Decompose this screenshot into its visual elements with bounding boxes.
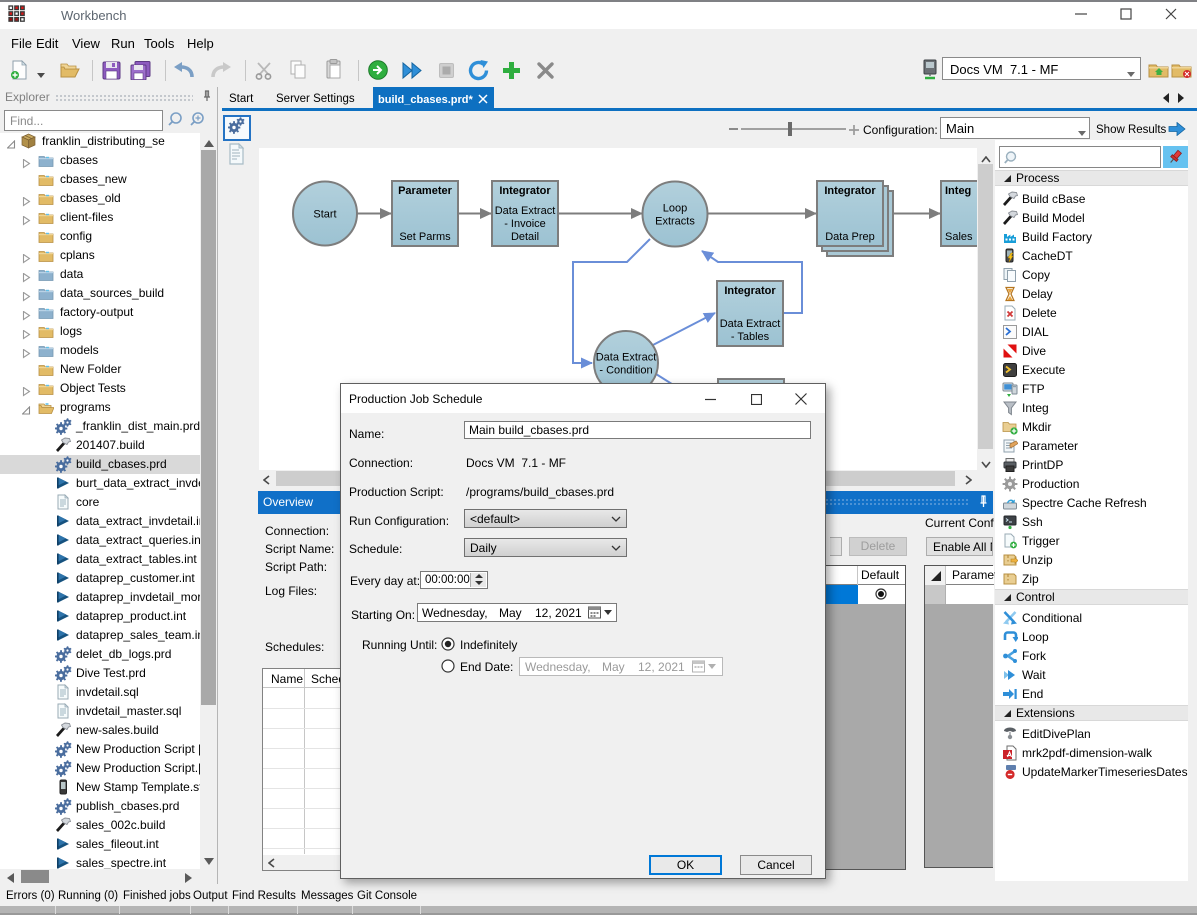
svg-text:Data Prep: Data Prep bbox=[825, 231, 875, 243]
svg-text:- Condition: - Condition bbox=[599, 365, 652, 377]
svg-text:Parameter: Parameter bbox=[398, 185, 453, 197]
svg-text:Sales: Sales bbox=[945, 231, 973, 243]
svg-text:Integ: Integ bbox=[945, 185, 971, 197]
svg-text:- Invoice: - Invoice bbox=[504, 218, 546, 230]
svg-text:Extracts: Extracts bbox=[655, 216, 695, 228]
svg-text:Start: Start bbox=[313, 209, 336, 221]
svg-text:Data Extract: Data Extract bbox=[596, 352, 657, 364]
svg-text:Data Extract: Data Extract bbox=[720, 318, 781, 330]
svg-text:Detail: Detail bbox=[511, 231, 539, 243]
svg-text:Integrator: Integrator bbox=[499, 185, 551, 197]
svg-text:Loop: Loop bbox=[663, 203, 687, 215]
svg-text:Integrator: Integrator bbox=[724, 285, 776, 297]
svg-text:- Tables: - Tables bbox=[731, 331, 770, 343]
svg-text:Data Extract: Data Extract bbox=[495, 205, 556, 217]
svg-text:Integrator: Integrator bbox=[824, 185, 876, 197]
svg-text:Set Parms: Set Parms bbox=[399, 231, 451, 243]
